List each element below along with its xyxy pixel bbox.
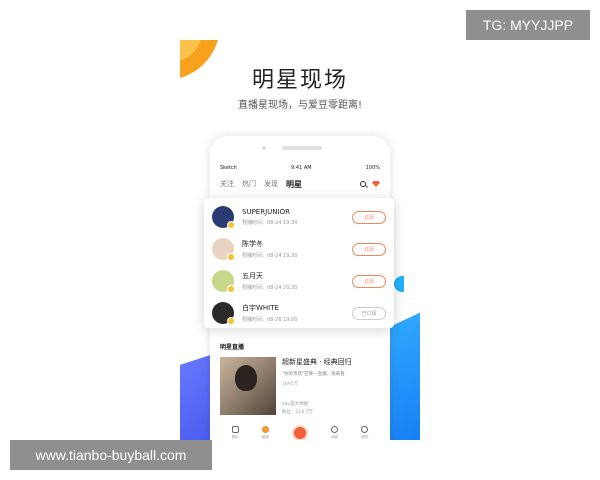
- tab-discover[interactable]: 发现: [264, 179, 278, 189]
- carrier-label: Sketch: [220, 165, 237, 171]
- star-row[interactable]: 五月天 预播时间：08-24 20:30 订阅: [212, 266, 386, 296]
- site-watermark: www.tianbo-buyball.com: [10, 440, 212, 470]
- avatar[interactable]: [212, 270, 235, 293]
- live-info: 超新星盛典 · 经典回归 "你的贵宾"空降一直播，快来看 2895万 lulu是…: [282, 357, 380, 415]
- promo-subline: 直播星现场，与爱豆零距离!: [237, 100, 362, 111]
- tabbar-label: 我的: [361, 435, 369, 439]
- tab-follow[interactable]: 关注: [220, 179, 234, 189]
- tabbar-channel[interactable]: 频道: [261, 426, 269, 440]
- top-tabs: 关注 热门 发现 明星: [220, 176, 380, 192]
- star-time: 预播时间：08-26 19:00: [242, 317, 298, 323]
- star-row[interactable]: SUPERJUNIOR 预播时间：08-24 19:30 订阅: [212, 202, 386, 232]
- tab-stars[interactable]: 明星: [286, 179, 302, 190]
- phone-speaker: [282, 146, 322, 150]
- subscribe-button[interactable]: 订阅: [352, 210, 386, 224]
- star-row[interactable]: 白宇WHITE 预播时间：08-26 19:00 已订阅: [212, 298, 386, 328]
- tabbar-label: 消息: [331, 435, 339, 439]
- star-name: SUPERJUNIOR: [242, 208, 290, 216]
- live-card[interactable]: 超新星盛典 · 经典回归 "你的贵宾"空降一直播，快来看 2895万 lulu是…: [220, 357, 380, 415]
- blue-decoration-dot: [394, 276, 404, 292]
- status-bar: Sketch 9:41 AM 100%: [220, 163, 380, 173]
- star-time: 预播时间：08-24 19:30: [242, 253, 298, 259]
- live-desc: "你的贵宾"空降一直播，快来看: [282, 372, 345, 377]
- live-fans: 粉丝：114.7万: [282, 410, 313, 415]
- channel-icon: [261, 426, 269, 433]
- bottom-tabbar: 首页 频道 消息 我的: [220, 422, 380, 440]
- diamond-icon[interactable]: [372, 181, 380, 187]
- star-time: 预播时间：08-24 20:30: [242, 285, 298, 291]
- star-name: 白宇WHITE: [242, 304, 279, 312]
- tabbar-label: 首页: [231, 435, 239, 439]
- home-icon: [231, 426, 239, 433]
- search-icon[interactable]: [360, 181, 366, 187]
- tabbar-home[interactable]: 首页: [231, 426, 239, 440]
- verified-badge-icon: [227, 221, 235, 229]
- tab-icons: [360, 181, 380, 187]
- subscribe-button[interactable]: 订阅: [352, 242, 386, 256]
- tabbar-messages[interactable]: 消息: [331, 426, 339, 440]
- live-host: lulu是大师姐: [282, 402, 309, 407]
- live-thumbnail[interactable]: [220, 357, 276, 415]
- subscribed-button[interactable]: 已订阅: [352, 306, 386, 320]
- verified-badge-icon: [227, 285, 235, 293]
- profile-icon: [361, 426, 369, 433]
- go-live-icon: [291, 425, 308, 440]
- avatar[interactable]: [212, 238, 235, 261]
- promo-headline: 明星现场: [251, 68, 348, 93]
- live-views: 2895万: [282, 382, 298, 387]
- tg-watermark: TG: MYYJJPP: [466, 10, 590, 40]
- star-row[interactable]: 陈学冬 预播时间：08-24 19:30 订阅: [212, 234, 386, 264]
- status-time: 9:41 AM: [291, 165, 312, 171]
- star-name: 五月天: [242, 272, 263, 280]
- phone-camera: [262, 146, 266, 150]
- battery-label: 100%: [365, 165, 380, 171]
- avatar[interactable]: [212, 302, 235, 325]
- message-icon: [331, 426, 339, 433]
- verified-badge-icon: [227, 317, 235, 325]
- tab-hot[interactable]: 热门: [242, 179, 256, 189]
- verified-badge-icon: [227, 253, 235, 261]
- star-name: 陈学冬: [242, 240, 263, 248]
- star-live-section: 明星直播 超新星盛典 · 经典回归 "你的贵宾"空降一直播，快来看 2895万 …: [220, 342, 380, 422]
- tabbar-me[interactable]: 我的: [361, 426, 369, 440]
- tabbar-go-live[interactable]: [291, 425, 308, 440]
- live-name: 超新星盛典 · 经典回归: [282, 358, 352, 366]
- live-section-title: 明星直播: [220, 344, 245, 351]
- subscribe-button[interactable]: 订阅: [352, 274, 386, 288]
- star-time: 预播时间：08-24 19:30: [242, 220, 298, 226]
- star-list-card: SUPERJUNIOR 预播时间：08-24 19:30 订阅 陈学冬 预播时间…: [204, 198, 394, 328]
- avatar[interactable]: [212, 206, 235, 229]
- promo-image: 明星现场 直播星现场，与爱豆零距离! Sketch 9:41 AM 100% 关…: [180, 40, 420, 440]
- tabbar-label: 频道: [261, 435, 269, 439]
